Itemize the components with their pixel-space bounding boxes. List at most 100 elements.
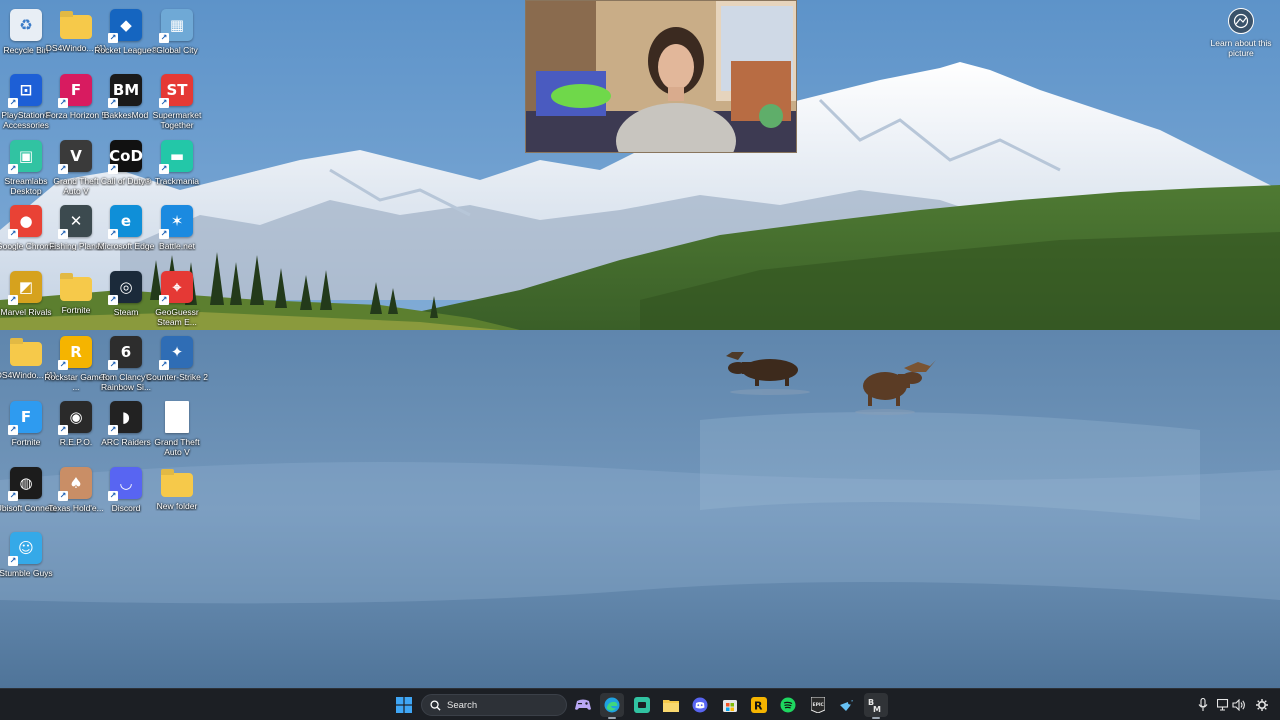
taskbar-discord[interactable] bbox=[688, 693, 712, 717]
desktop-icon[interactable]: ⊡ ↗ PlayStation® Accessories bbox=[0, 69, 52, 131]
shortcut-arrow-icon: ↗ bbox=[108, 294, 118, 305]
desktop-icon[interactable]: New folder bbox=[151, 462, 203, 524]
shortcut-arrow-icon: ↗ bbox=[8, 229, 18, 240]
battlenet-icon: ✶ ↗ bbox=[159, 205, 193, 240]
shortcut-arrow-icon: ↗ bbox=[58, 163, 68, 174]
desktop-icon[interactable]: Grand Theft Auto V bbox=[151, 396, 203, 458]
discord-icon: ◡ ↗ bbox=[108, 466, 142, 501]
steam-taskbar-icon bbox=[840, 700, 853, 711]
spotlight-icon bbox=[1228, 8, 1254, 34]
desktop-icon[interactable]: ◆ ↗ Rocket League® bbox=[94, 4, 158, 66]
desktop-icon[interactable]: ✶ ↗ Battle.net bbox=[151, 200, 203, 262]
desktop-icon[interactable]: ☺ ↗ Stumble Guys bbox=[0, 527, 53, 589]
taskbar-gamepad[interactable] bbox=[571, 693, 595, 717]
taskbar-file-explorer[interactable] bbox=[659, 693, 683, 717]
epic-games-icon: EPIC bbox=[811, 697, 825, 713]
texas-holdem-icon: ♠ ↗ bbox=[58, 466, 92, 501]
shortcut-arrow-icon: ↗ bbox=[159, 229, 169, 240]
counter-strike-icon: ✦ ↗ bbox=[159, 336, 193, 370]
svg-text:R: R bbox=[754, 700, 763, 713]
desktop-icon[interactable]: ● ↗ Google Chrome bbox=[0, 200, 56, 262]
folder-icon bbox=[161, 472, 193, 497]
chrome-icon: ● ↗ bbox=[8, 205, 42, 240]
taskbar-search[interactable]: Search bbox=[421, 694, 567, 716]
desktop-icon[interactable]: ♻ Recycle Bin bbox=[0, 4, 52, 66]
streamlabs-taskbar-icon bbox=[634, 697, 650, 713]
settings-icon bbox=[1256, 699, 1268, 711]
fortnite-icon: F ↗ bbox=[8, 401, 42, 436]
taskbar-streamlabs[interactable] bbox=[630, 693, 654, 717]
shortcut-arrow-icon: ↗ bbox=[108, 33, 118, 43]
desktop-icon[interactable]: CoD ↗ Call of Duty® bbox=[100, 135, 152, 197]
shortcut-arrow-icon: ↗ bbox=[159, 163, 169, 174]
desktop-icon[interactable]: ▬ ↗ Trackmania bbox=[151, 135, 203, 197]
network-button[interactable] bbox=[1216, 697, 1230, 713]
desktop-icon[interactable]: e ↗ Microsoft Edge bbox=[98, 200, 154, 262]
shortcut-arrow-icon: ↗ bbox=[159, 360, 169, 370]
desktop-icon-label: Global City bbox=[156, 45, 198, 55]
desktop-icon[interactable]: F ↗ Forza Horizon 5 bbox=[46, 69, 106, 131]
desktop-icon[interactable]: ◍ ↗ Ubisoft Connect bbox=[0, 462, 56, 524]
desktop-icon[interactable]: ♠ ↗ Texas Hold'e... bbox=[48, 462, 104, 524]
file-icon bbox=[165, 401, 189, 434]
shortcut-arrow-icon: ↗ bbox=[58, 360, 68, 370]
desktop-icon[interactable]: ◡ ↗ Discord bbox=[100, 462, 152, 524]
desktop-icon[interactable]: ✕ ↗ Fishing Planet bbox=[49, 200, 103, 262]
desktop-icon[interactable]: Fortnite bbox=[50, 266, 102, 328]
taskbar-bakkesmod[interactable]: B M bbox=[864, 693, 888, 719]
call-of-duty-icon: CoD ↗ bbox=[108, 139, 143, 174]
settings-button[interactable] bbox=[1255, 697, 1269, 713]
desktop-icon[interactable]: ◉ ↗ R.E.P.O. bbox=[50, 396, 102, 458]
steam-icon: ◎ ↗ bbox=[108, 270, 142, 305]
gta-v-icon: V ↗ bbox=[58, 139, 92, 174]
desktop-icon-label: New folder bbox=[156, 500, 198, 511]
folder-icon bbox=[60, 15, 92, 39]
bakkesmod-icon: BM ↗ bbox=[108, 74, 142, 109]
desktop-icon[interactable]: ◩ ↗ Marvel Rivals bbox=[0, 266, 52, 328]
repo-icon: ◉ ↗ bbox=[58, 401, 92, 436]
webcam-overlay bbox=[525, 0, 797, 153]
taskbar-edge[interactable] bbox=[600, 693, 624, 719]
shortcut-arrow-icon: ↗ bbox=[8, 425, 18, 436]
svg-text:EPIC: EPIC bbox=[813, 702, 825, 708]
global-city-icon: ▦ ↗ bbox=[159, 9, 193, 43]
desktop-icon-label: Stumble Guys bbox=[0, 568, 53, 579]
shortcut-arrow-icon: ↗ bbox=[159, 98, 169, 109]
desktop-icon[interactable]: ✦ ↗ Counter-Strike 2 bbox=[146, 331, 208, 393]
rainbow-six-icon: 6 ↗ bbox=[108, 336, 142, 370]
desktop-icon-label: Supermarket Together bbox=[152, 110, 202, 131]
desktop-icon[interactable]: 6 ↗ Tom Clancy's Rainbow Si... bbox=[100, 331, 152, 393]
taskbar: Search R EPIC B M bbox=[0, 688, 1280, 720]
taskbar-store[interactable] bbox=[718, 693, 742, 717]
shortcut-arrow-icon: ↗ bbox=[159, 33, 169, 43]
rockstar-taskbar-icon: R bbox=[751, 697, 767, 713]
taskbar-rockstar[interactable]: R bbox=[747, 693, 771, 717]
rocket-league-icon: ◆ ↗ bbox=[108, 9, 142, 43]
shortcut-arrow-icon: ↗ bbox=[108, 490, 118, 501]
shortcut-arrow-icon: ↗ bbox=[8, 163, 18, 174]
learn-about-picture[interactable]: Learn about this picture bbox=[1210, 8, 1272, 58]
svg-text:M: M bbox=[873, 705, 881, 713]
volume-button[interactable] bbox=[1232, 697, 1246, 713]
taskbar-epic-games[interactable]: EPIC bbox=[806, 693, 830, 717]
network-icon bbox=[1216, 699, 1228, 711]
desktop-icon[interactable]: F ↗ Fortnite bbox=[0, 396, 52, 458]
shortcut-arrow-icon: ↗ bbox=[108, 425, 118, 436]
desktop-icon[interactable]: ▦ ↗ Global City bbox=[151, 4, 203, 66]
forza-horizon-icon: F ↗ bbox=[58, 74, 92, 109]
desktop-icon-label: Trackmania bbox=[154, 175, 200, 186]
taskbar-steam[interactable] bbox=[835, 693, 859, 717]
supermarket-together-icon: ST ↗ bbox=[159, 74, 193, 109]
gamepad-icon bbox=[575, 699, 591, 710]
desktop-icon[interactable]: DS4Windo... (1) bbox=[46, 4, 106, 66]
microphone-button[interactable] bbox=[1196, 697, 1210, 713]
bakkesmod-taskbar-icon: B M bbox=[868, 698, 881, 713]
desktop-icon[interactable]: ST ↗ Supermarket Together bbox=[151, 69, 203, 131]
microsoft-store-icon bbox=[723, 700, 737, 712]
shortcut-arrow-icon: ↗ bbox=[8, 98, 18, 109]
desktop-icon[interactable]: V ↗ Grand Theft Auto V bbox=[50, 135, 102, 197]
start-button[interactable] bbox=[392, 693, 416, 717]
shortcut-arrow-icon: ↗ bbox=[58, 229, 68, 240]
desktop-icon[interactable]: ⌖ ↗ GeoGuessr Steam E... bbox=[151, 266, 203, 328]
taskbar-spotify[interactable] bbox=[776, 693, 800, 717]
